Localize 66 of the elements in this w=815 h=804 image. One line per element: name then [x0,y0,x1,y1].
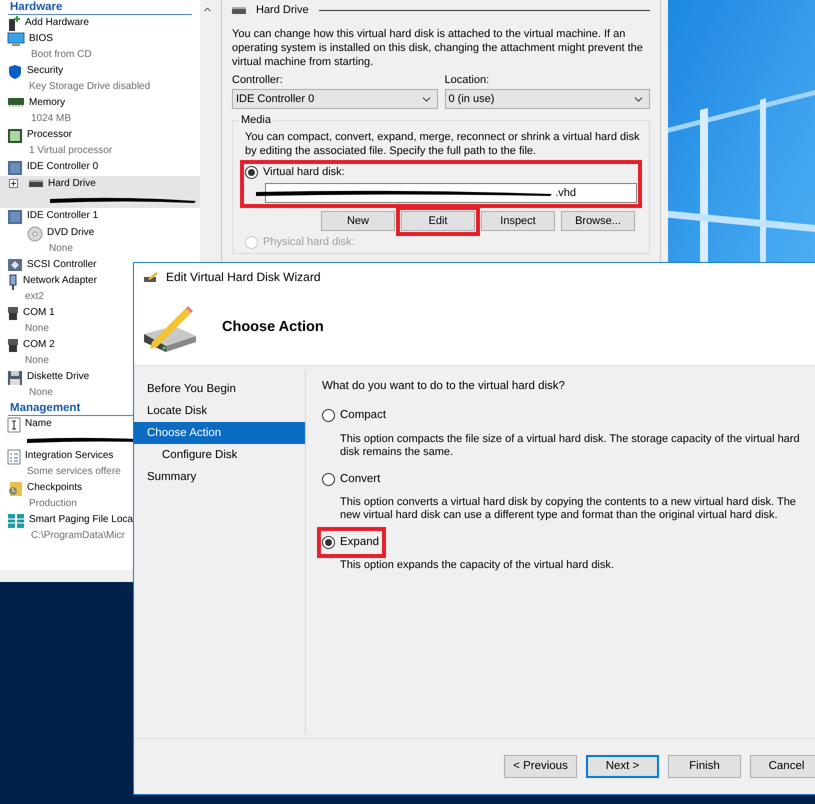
hard-drive-icon [28,177,44,189]
checkpoint-icon [7,481,23,497]
option-label: Expand [340,534,380,550]
option-description: This option converts a virtual hard disk by copying the contents to a new virtual hard disk. The new virtual hard disk can use a different type and format than the original virtual hard disk. [339,496,797,522]
section-header: Hardware [8,0,192,15]
sidebar-item[interactable]: COM 1 None [0,305,200,337]
option-description: This option expands the capacity of the virtual hard disk. [339,559,615,572]
radio-button[interactable] [322,536,335,549]
radio-label: Virtual hard disk: [263,165,345,179]
processor-icon [7,128,23,144]
checklist-icon [7,449,21,465]
serial-port-icon [7,306,19,322]
media-button[interactable]: Inspect [481,211,555,231]
network-plug-icon [7,274,19,290]
media-text: You can compact, convert, expand, merge, reconnect or shrink a virtual hard disk by editing the associated file. Specify the full path to the file. [245,130,641,158]
field-label: Location: [444,73,490,87]
radio-button[interactable] [322,472,335,486]
panel-title: Hard Drive [256,3,309,17]
sidebar-item[interactable]: Hard Drive [0,176,200,208]
sidebar-item[interactable]: IDE Controller 0 [0,159,200,176]
text-cursor-icon [7,417,21,433]
dropdown[interactable]: IDE Controller 0 [232,89,438,109]
wizard-button[interactable]: Next > [586,755,659,778]
page-heading: Choose Action [222,318,324,337]
memory-icon [7,96,25,108]
wizard-button[interactable]: Finish [668,755,741,778]
wizard-button[interactable]: < Previous [504,755,577,778]
serial-port-icon [7,338,19,354]
question-text: What do you want to do to the virtual hard disk? [322,379,566,394]
sidebar-item[interactable]: DVD Drive None [0,225,200,257]
option-description: This option compacts the file size of a virtual hard disk. The storage capacity of the virtual hard disk remains the same. [339,432,801,458]
media-button[interactable]: Edit [401,211,475,231]
radio-button[interactable] [245,166,258,178]
option-label: Convert [340,472,380,486]
controller-icon [7,209,23,225]
dropdown[interactable]: 0 (in use) [444,89,650,109]
memory-grid-icon [7,513,25,529]
disc-icon [27,226,43,242]
monitor-icon [7,32,25,46]
sidebar-item[interactable]: IDE Controller 1 [0,208,200,225]
media-button[interactable]: Browse... [561,211,635,231]
shield-icon [7,64,23,80]
intro-text: You can change how this virtual hard disk is attached to the virtual machine. If an operating system is installed on this disk, changing the attachment might prevent the virtual machine from starting. [232,27,644,69]
sidebar-item[interactable]: Memory 1024 MB [0,95,200,127]
sidebar-item[interactable]: Add Hardware [0,15,200,31]
wizard-step[interactable]: Summary [134,466,305,488]
hard-drive-icon [232,6,246,14]
sidebar-item[interactable]: COM 2 None [0,337,200,369]
field-label: Controller: [232,73,284,87]
option-label: Compact [340,408,386,424]
hardware-add-icon [7,16,21,31]
sidebar-item[interactable]: BIOS Boot from CD [0,31,200,63]
wizard-step[interactable]: Before You Begin [134,378,305,400]
media-button[interactable]: New [321,211,395,231]
disk-pencil-icon [144,272,158,282]
sidebar-item[interactable]: Processor 1 Virtual processor [0,127,200,159]
controller-icon [7,160,23,176]
radio-button[interactable] [322,409,335,422]
radio-label: Physical hard disk: [263,235,355,249]
scsi-icon [7,258,23,272]
sidebar-item[interactable]: Smart Paging File Loca C:\ProgramData\Micr [0,512,200,544]
wizard-button[interactable]: Cancel [750,755,815,778]
sidebar-item[interactable]: Security Key Storage Drive disabled [0,63,200,95]
wizard-step[interactable]: Configure Disk [134,444,305,466]
wizard-step[interactable]: Choose Action [134,422,305,444]
expand-icon[interactable] [9,179,18,188]
